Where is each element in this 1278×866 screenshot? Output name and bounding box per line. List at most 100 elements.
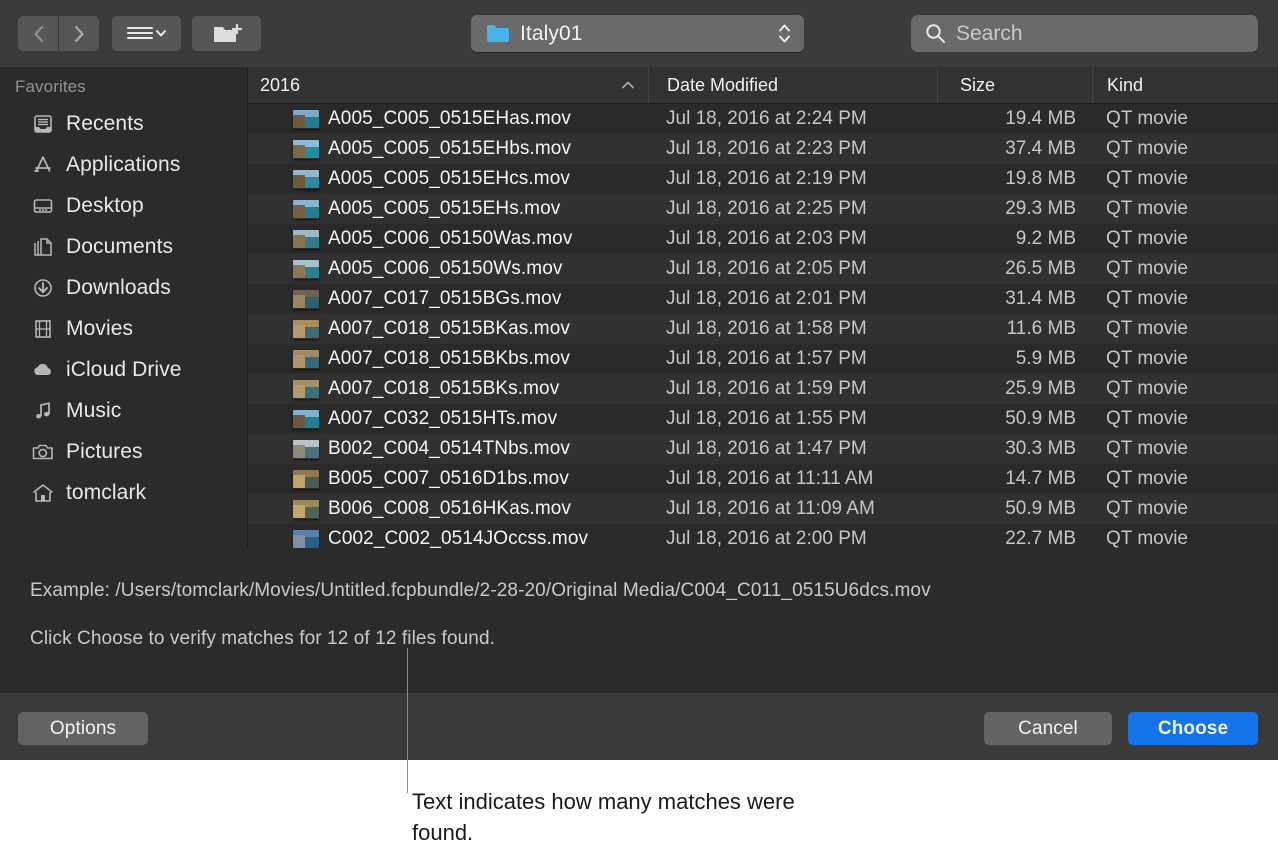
file-name-label: A007_C032_0515HTs.mov bbox=[328, 408, 557, 430]
match-status-text: Click Choose to verify matches for 12 of… bbox=[30, 628, 495, 650]
file-size-cell: 37.4 MB bbox=[937, 138, 1092, 160]
file-kind-cell: QT movie bbox=[1092, 168, 1278, 190]
sidebar-item-recents[interactable]: Recents bbox=[0, 103, 247, 144]
new-folder-icon bbox=[212, 22, 242, 46]
file-date-cell: Jul 18, 2016 at 1:58 PM bbox=[648, 318, 937, 340]
file-kind-cell: QT movie bbox=[1092, 138, 1278, 160]
file-size-cell: 29.3 MB bbox=[937, 198, 1092, 220]
file-thumbnail-icon bbox=[293, 200, 319, 219]
file-kind-cell: QT movie bbox=[1092, 258, 1278, 280]
file-thumbnail-icon bbox=[293, 440, 319, 459]
column-header-size[interactable]: Size bbox=[937, 67, 1092, 103]
file-date-cell: Jul 18, 2016 at 2:00 PM bbox=[648, 528, 937, 548]
table-row[interactable]: A005_C005_0515EHbs.movJul 18, 2016 at 2:… bbox=[248, 134, 1278, 164]
table-row[interactable]: A007_C018_0515BKbs.movJul 18, 2016 at 1:… bbox=[248, 344, 1278, 374]
file-name-cell: A005_C005_0515EHbs.mov bbox=[248, 138, 648, 160]
table-row[interactable]: A007_C032_0515HTs.movJul 18, 2016 at 1:5… bbox=[248, 404, 1278, 434]
file-size-cell: 9.2 MB bbox=[937, 228, 1092, 250]
file-list[interactable]: 2016 Date Modified Size Kind A005_C005_0… bbox=[248, 67, 1278, 548]
file-kind-cell: QT movie bbox=[1092, 198, 1278, 220]
sidebar-item-label: Music bbox=[66, 399, 121, 423]
search-input[interactable]: Search bbox=[911, 15, 1258, 52]
sidebar-item-label: Downloads bbox=[66, 276, 171, 300]
chevron-right-icon bbox=[73, 24, 86, 44]
sidebar-item-label: Documents bbox=[66, 235, 173, 259]
file-date-cell: Jul 18, 2016 at 1:59 PM bbox=[648, 378, 937, 400]
downloads-icon bbox=[30, 275, 56, 301]
file-name-cell: C002_C002_0514JOccss.mov bbox=[248, 528, 648, 548]
column-header-date-modified[interactable]: Date Modified bbox=[648, 67, 937, 103]
file-date-cell: Jul 18, 2016 at 2:05 PM bbox=[648, 258, 937, 280]
file-date-cell: Jul 18, 2016 at 11:09 AM bbox=[648, 498, 937, 520]
file-thumbnail-icon bbox=[293, 500, 319, 519]
file-size-cell: 30.3 MB bbox=[937, 438, 1092, 460]
file-kind-cell: QT movie bbox=[1092, 408, 1278, 430]
file-thumbnail-icon bbox=[293, 290, 319, 309]
file-name-cell: A007_C017_0515BGs.mov bbox=[248, 288, 648, 310]
file-kind-cell: QT movie bbox=[1092, 438, 1278, 460]
options-button[interactable]: Options bbox=[18, 712, 148, 745]
file-name-cell: B005_C007_0516D1bs.mov bbox=[248, 468, 648, 490]
chevron-up-icon bbox=[620, 67, 636, 103]
file-thumbnail-icon bbox=[293, 410, 319, 429]
new-folder-button[interactable] bbox=[192, 16, 261, 51]
table-row[interactable]: A005_C006_05150Was.movJul 18, 2016 at 2:… bbox=[248, 224, 1278, 254]
sidebar-item-label: Pictures bbox=[66, 440, 143, 464]
table-row[interactable]: A005_C006_05150Ws.mov Jul 18, 2016 at 2:0… bbox=[248, 254, 1278, 284]
file-name-cell: B006_C008_0516HKas.mov bbox=[248, 498, 648, 520]
sidebar-item-icloud-drive[interactable]: iCloud Drive bbox=[0, 349, 247, 390]
sidebar-item-label: iCloud Drive bbox=[66, 358, 182, 382]
forward-button[interactable] bbox=[59, 16, 99, 51]
sidebar-item-applications[interactable]: Applications bbox=[0, 144, 247, 185]
path-popup-button[interactable]: Italy01 bbox=[471, 15, 804, 52]
file-rows: A005_C005_0515EHas.movJul 18, 2016 at 2:… bbox=[248, 104, 1278, 548]
table-row[interactable]: B005_C007_0516D1bs.movJul 18, 2016 at 11… bbox=[248, 464, 1278, 494]
sidebar-item-downloads[interactable]: Downloads bbox=[0, 267, 247, 308]
file-size-cell: 11.6 MB bbox=[937, 318, 1092, 340]
sidebar-item-pictures[interactable]: Pictures bbox=[0, 431, 247, 472]
table-row[interactable]: C002_C002_0514JOccss.movJul 18, 2016 at … bbox=[248, 524, 1278, 548]
home-icon bbox=[30, 480, 56, 506]
table-row[interactable]: A007_C018_0515BKas.movJul 18, 2016 at 1:… bbox=[248, 314, 1278, 344]
column-header-kind[interactable]: Kind bbox=[1092, 67, 1278, 103]
sidebar-item-label: Desktop bbox=[66, 194, 144, 218]
column-header-name-label: 2016 bbox=[260, 75, 300, 96]
table-row[interactable]: B002_C004_0514TNbs.mov Jul 18, 2016 at 1:… bbox=[248, 434, 1278, 464]
table-row[interactable]: A007_C018_0515BKs.mov Jul 18, 2016 at 1:5… bbox=[248, 374, 1278, 404]
sidebar-item-music[interactable]: Music bbox=[0, 390, 247, 431]
view-options-button[interactable] bbox=[112, 16, 181, 51]
column-header-name[interactable]: 2016 bbox=[248, 67, 648, 103]
file-kind-cell: QT movie bbox=[1092, 378, 1278, 400]
file-size-cell: 31.4 MB bbox=[937, 288, 1092, 310]
cancel-button[interactable]: Cancel bbox=[984, 712, 1112, 745]
file-name-label: A007_C018_0515BKs.mov bbox=[328, 378, 559, 400]
file-thumbnail-icon bbox=[293, 470, 319, 489]
table-row[interactable]: A005_C005_0515EHs.movJul 18, 2016 at 2:2… bbox=[248, 194, 1278, 224]
sidebar-item-documents[interactable]: Documents bbox=[0, 226, 247, 267]
table-row[interactable]: A005_C005_0515EHas.movJul 18, 2016 at 2:… bbox=[248, 104, 1278, 134]
sidebar-item-tomclark[interactable]: tomclark bbox=[0, 472, 247, 513]
sidebar-item-movies[interactable]: Movies bbox=[0, 308, 247, 349]
table-row[interactable]: A005_C005_0515EHcs.movJul 18, 2016 at 2:… bbox=[248, 164, 1278, 194]
choose-button[interactable]: Choose bbox=[1128, 712, 1258, 745]
file-size-cell: 19.8 MB bbox=[937, 168, 1092, 190]
file-kind-cell: QT movie bbox=[1092, 228, 1278, 250]
sidebar-item-label: Recents bbox=[66, 112, 144, 136]
sidebar-item-desktop[interactable]: Desktop bbox=[0, 185, 247, 226]
callout-annotation-text: Text indicates how many matches were fou… bbox=[412, 786, 812, 848]
file-date-cell: Jul 18, 2016 at 11:11 AM bbox=[648, 468, 937, 490]
file-thumbnail-icon bbox=[293, 320, 319, 339]
table-row[interactable]: B006_C008_0516HKas.movJul 18, 2016 at 11… bbox=[248, 494, 1278, 524]
file-date-cell: Jul 18, 2016 at 1:47 PM bbox=[648, 438, 937, 460]
file-name-label: A005_C006_05150Ws.mov bbox=[328, 258, 562, 280]
file-name-label: B002_C004_0514TNbs.mov bbox=[328, 438, 570, 460]
sidebar-item-label: tomclark bbox=[66, 481, 146, 505]
example-path-text: Example: /Users/tomclark/Movies/Untitled… bbox=[30, 580, 931, 602]
file-name-cell: A005_C005_0515EHcs.mov bbox=[248, 168, 648, 190]
callout-leader-line bbox=[407, 648, 408, 793]
back-button[interactable] bbox=[18, 16, 58, 51]
table-row[interactable]: A007_C017_0515BGs.movJul 18, 2016 at 2:0… bbox=[248, 284, 1278, 314]
applications-icon bbox=[30, 152, 56, 178]
list-view-icon bbox=[126, 24, 168, 44]
file-size-cell: 26.5 MB bbox=[937, 258, 1092, 280]
